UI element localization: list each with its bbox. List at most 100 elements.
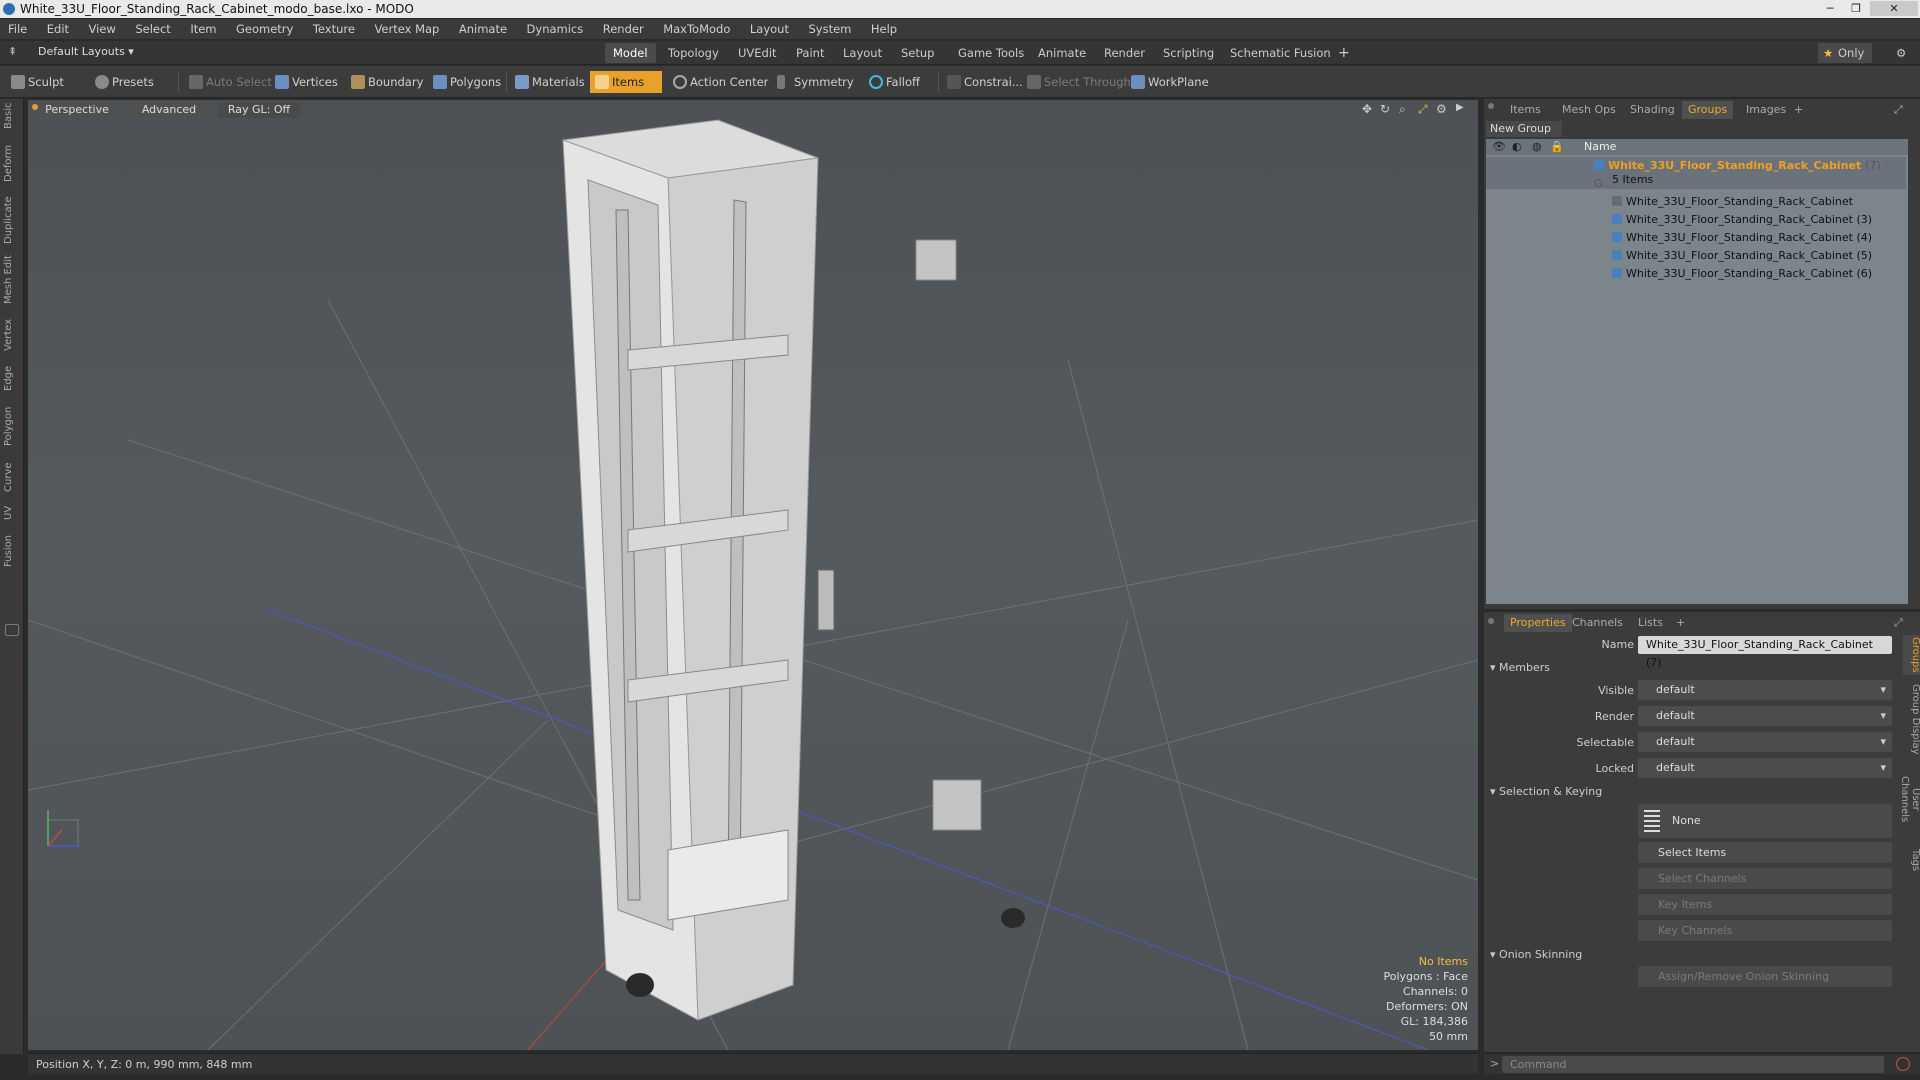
tab-scripting[interactable]: Scripting bbox=[1155, 43, 1222, 63]
new-group-button[interactable]: New Group bbox=[1486, 121, 1562, 137]
panel-menu-dot[interactable] bbox=[1488, 103, 1494, 109]
view-perspective-button[interactable]: Perspective bbox=[42, 102, 112, 118]
tab-uvedit[interactable]: UVEdit bbox=[730, 43, 785, 63]
tab-channels[interactable]: Channels bbox=[1566, 614, 1629, 632]
tab-groups[interactable]: Groups bbox=[1682, 101, 1734, 119]
menu-help[interactable]: Help bbox=[863, 19, 905, 40]
props-menu-dot[interactable] bbox=[1488, 618, 1494, 624]
menu-layout[interactable]: Layout bbox=[742, 19, 797, 40]
select-column-icon[interactable]: ◍ bbox=[1532, 139, 1542, 155]
name-field[interactable]: White_33U_Floor_Standing_Rack_Cabinet (7… bbox=[1638, 636, 1892, 669]
menu-file[interactable]: File bbox=[0, 19, 35, 40]
tab-schematic-fusion[interactable]: Schematic Fusion bbox=[1222, 43, 1339, 63]
onion-skinning-button[interactable]: Assign/Remove Onion Skinning bbox=[1638, 966, 1892, 987]
shading-advanced-button[interactable]: Advanced bbox=[128, 102, 210, 118]
tab-game-tools[interactable]: Game Tools bbox=[950, 43, 1032, 63]
key-items-button[interactable]: Key Items bbox=[1638, 894, 1892, 915]
props-expand-icon[interactable]: ⤢ bbox=[1888, 614, 1909, 632]
visible-dropdown[interactable]: default ▾ bbox=[1638, 680, 1892, 700]
menu-vertex-map[interactable]: Vertex Map bbox=[366, 19, 447, 40]
menu-render[interactable]: Render bbox=[595, 19, 652, 40]
record-icon[interactable] bbox=[1896, 1057, 1910, 1071]
fit-view-icon[interactable]: ⤢ bbox=[1418, 102, 1428, 117]
tab-paint[interactable]: Paint bbox=[788, 43, 832, 63]
items-button[interactable]: Items bbox=[590, 71, 662, 93]
tab-images[interactable]: Images bbox=[1740, 101, 1792, 119]
render-column-icon[interactable]: ◐ bbox=[1512, 139, 1522, 155]
lock-column-icon[interactable]: 🔒 bbox=[1550, 139, 1564, 155]
select-through-button[interactable]: Select Through bbox=[1022, 71, 1137, 93]
left-tab-fusion[interactable]: Fusion bbox=[3, 531, 21, 571]
onion-skinning-section[interactable]: ▾ Onion Skinning bbox=[1490, 948, 1582, 961]
left-tab-uv[interactable]: UV bbox=[3, 503, 21, 523]
select-channels-button[interactable]: Select Channels bbox=[1638, 868, 1892, 889]
members-section[interactable]: ▾ Members bbox=[1490, 661, 1550, 674]
left-tab-mesh-edit[interactable]: Mesh Edit bbox=[3, 255, 21, 305]
locked-dropdown[interactable]: default ▾ bbox=[1638, 758, 1892, 778]
menu-item[interactable]: Item bbox=[182, 19, 224, 40]
command-input[interactable]: Command bbox=[1502, 1056, 1884, 1073]
left-tab-deform[interactable]: Deform bbox=[3, 143, 21, 183]
sculpt-button[interactable]: Sculpt bbox=[6, 71, 70, 93]
close-icon[interactable]: ✕ bbox=[1870, 1, 1918, 16]
tab-items[interactable]: Items bbox=[1504, 101, 1547, 119]
ray-gl-button[interactable]: Ray GL: Off bbox=[218, 102, 300, 118]
menu-select[interactable]: Select bbox=[127, 19, 178, 40]
menu-texture[interactable]: Texture bbox=[305, 19, 363, 40]
menu-edit[interactable]: Edit bbox=[39, 19, 77, 40]
presets-button[interactable]: Presets bbox=[90, 71, 160, 93]
left-tab-polygon[interactable]: Polygon bbox=[3, 403, 21, 449]
tab-render[interactable]: Render bbox=[1096, 43, 1153, 63]
menu-view[interactable]: View bbox=[81, 19, 124, 40]
left-tab-curve[interactable]: Curve bbox=[3, 459, 21, 495]
rack-cabinet-model[interactable] bbox=[562, 119, 1025, 1050]
command-expand-icon[interactable]: > bbox=[1490, 1057, 1499, 1070]
tab-model[interactable]: Model bbox=[605, 43, 656, 63]
maximize-icon[interactable]: ❐ bbox=[1844, 1, 1868, 16]
add-props-tab-icon[interactable]: + bbox=[1670, 614, 1691, 632]
list-item[interactable]: White_33U_Floor_Standing_Rack_Cabinet (3… bbox=[1486, 211, 1906, 229]
selection-keying-section[interactable]: ▾ Selection & Keying bbox=[1490, 785, 1602, 798]
none-selector[interactable]: None bbox=[1638, 804, 1892, 838]
left-panel-toggle[interactable] bbox=[5, 624, 19, 636]
viewport-menu-dot[interactable] bbox=[32, 104, 38, 110]
minimize-icon[interactable]: ─ bbox=[1818, 1, 1842, 16]
add-tab-icon[interactable]: + bbox=[1330, 43, 1358, 63]
tab-shading[interactable]: Shading bbox=[1624, 101, 1681, 119]
left-tab-basic[interactable]: Basic bbox=[3, 101, 21, 131]
menu-maxtomodo[interactable]: MaxToModo bbox=[655, 19, 738, 40]
workplane-button[interactable]: WorkPlane bbox=[1126, 71, 1215, 93]
materials-button[interactable]: Materials bbox=[510, 71, 591, 93]
eye-column-icon[interactable]: 👁 bbox=[1492, 139, 1506, 155]
tab-mesh-ops[interactable]: Mesh Ops bbox=[1556, 101, 1622, 119]
layout-selector[interactable]: Default Layouts ▾ bbox=[38, 45, 134, 58]
left-tab-vertex[interactable]: Vertex bbox=[3, 315, 21, 355]
list-item[interactable]: White_33U_Floor_Standing_Rack_Cabinet (5… bbox=[1486, 247, 1906, 265]
menu-system[interactable]: System bbox=[800, 19, 859, 40]
tab-layout[interactable]: Layout bbox=[835, 43, 890, 63]
menu-dynamics[interactable]: Dynamics bbox=[519, 19, 592, 40]
tab-properties[interactable]: Properties bbox=[1504, 614, 1572, 632]
boundary-button[interactable]: Boundary bbox=[346, 71, 429, 93]
selectable-dropdown[interactable]: default ▾ bbox=[1638, 732, 1892, 752]
tab-animate[interactable]: Animate bbox=[1030, 43, 1094, 63]
list-item[interactable]: White_33U_Floor_Standing_Rack_Cabinet (6… bbox=[1486, 265, 1906, 283]
viewport-expand-icon[interactable]: ▶ bbox=[1456, 102, 1464, 113]
select-items-button[interactable]: Select Items bbox=[1638, 842, 1892, 863]
layout-toggle-icon[interactable]: ⇞ bbox=[8, 45, 17, 58]
constraints-button[interactable]: Constrai... bbox=[942, 71, 1029, 93]
vertices-button[interactable]: Vertices bbox=[270, 71, 344, 93]
zoom-view-icon[interactable]: ⌕ bbox=[1399, 102, 1406, 117]
tab-setup[interactable]: Setup bbox=[893, 43, 942, 63]
list-item[interactable]: White_33U_Floor_Standing_Rack_Cabinet (4… bbox=[1486, 229, 1906, 247]
action-center-button[interactable]: Action Center bbox=[668, 71, 774, 93]
gear-icon[interactable]: ⚙ bbox=[1888, 43, 1914, 63]
left-tab-duplicate[interactable]: Duplicate bbox=[3, 195, 21, 245]
tab-lists[interactable]: Lists bbox=[1632, 614, 1669, 632]
auto-select-button[interactable]: Auto Select bbox=[184, 71, 278, 93]
side-tab-groups[interactable]: Groups bbox=[1903, 635, 1920, 675]
group-row-root[interactable]: White_33U_Floor_Standing_Rack_Cabinet (7… bbox=[1486, 157, 1906, 190]
polygons-button[interactable]: Polygons bbox=[428, 71, 507, 93]
left-tab-edge[interactable]: Edge bbox=[3, 363, 21, 393]
side-tab-tags[interactable]: Tags bbox=[1903, 845, 1920, 875]
